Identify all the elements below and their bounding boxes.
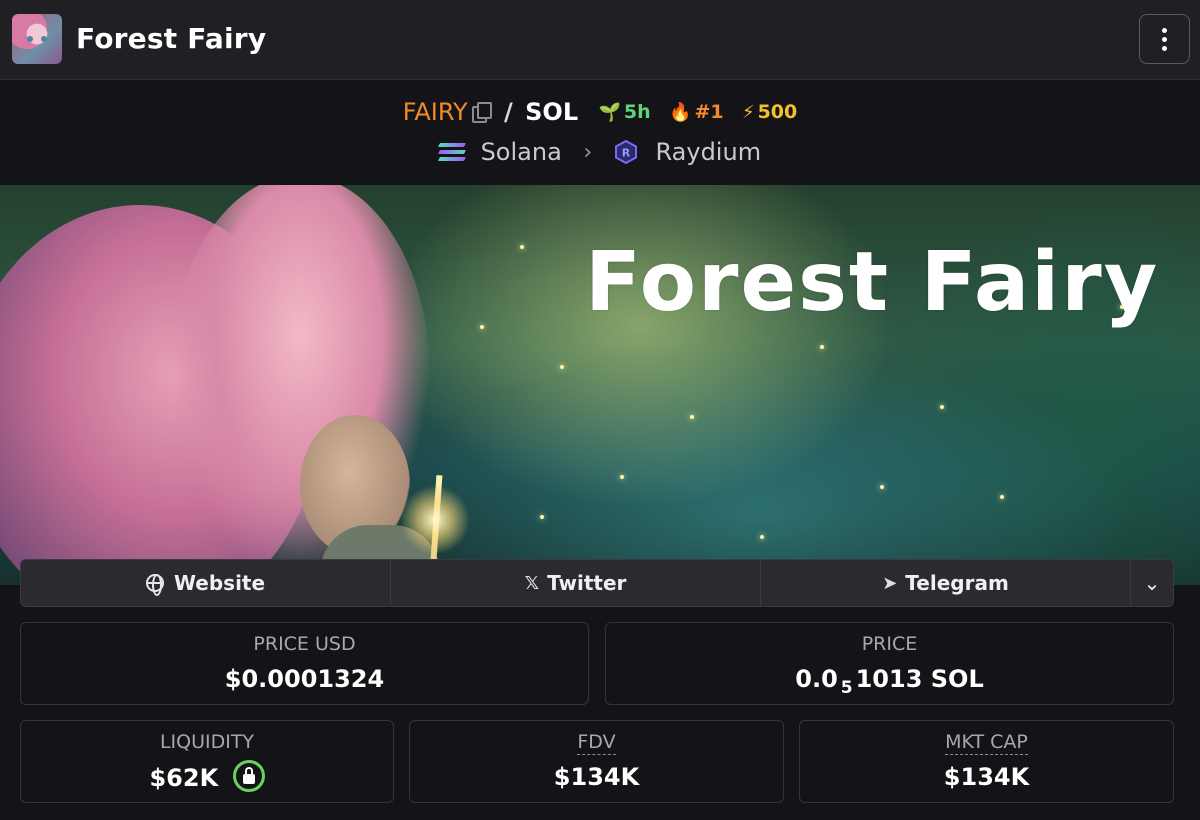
banner-spark [1000,495,1004,499]
token-banner-image: Forest Fairy [0,185,1200,585]
top-bar: Forest Fairy [0,0,1200,80]
social-links-bar: Website 𝕏 Twitter ➤ Telegram ⌄ [20,559,1174,607]
pair-age-badge: 🌱 5h [598,101,651,124]
raydium-icon: R [614,140,638,164]
solana-icon [437,142,466,162]
liquidity-label: LIQUIDITY [159,731,255,753]
banner-spark [940,405,944,409]
banner-spark [480,325,484,329]
boost-badge[interactable]: ⚡ 500 [741,101,798,124]
telegram-link[interactable]: ➤ Telegram [761,560,1131,606]
trending-rank-badge[interactable]: 🔥 #1 [669,101,724,124]
boost-count: 500 [757,101,798,124]
base-token-symbol: FAIRY [402,98,468,126]
banner-spark [520,245,524,249]
fdv-label-wrap: FDV [410,731,783,755]
price-native-prefix: 0.0 [795,665,838,693]
telegram-plane-icon: ➤ [882,572,898,594]
price-native-zero-count: 5 [840,678,853,698]
fdv-card: FDV $134K [409,720,784,803]
lightning-icon: ⚡ [741,101,755,123]
liquidity-card: LIQUIDITY $62K [20,720,394,803]
banner-spark [620,475,624,479]
liquidity-value: $62K [149,764,219,792]
market-cap-label-wrap: MKT CAP [800,731,1173,755]
telegram-link-label: Telegram [905,571,1009,595]
trending-rank: #1 [694,101,724,124]
pair-separator: / [504,98,513,126]
avatar-eye [41,36,47,42]
chain-breadcrumb: Solana › R Raydium [0,137,1200,166]
x-logo-icon: 𝕏 [524,572,540,594]
twitter-link[interactable]: 𝕏 Twitter [391,560,761,606]
market-cap-card: MKT CAP $134K [799,720,1174,803]
chain-name[interactable]: Solana [481,138,562,166]
lock-icon[interactable] [232,760,265,792]
more-links-button[interactable]: ⌄ [1131,560,1173,606]
price-native-suffix: 1013 SOL [855,665,984,693]
fdv-label[interactable]: FDV [577,731,616,755]
price-usd-value: $0.0001324 [224,665,385,693]
price-usd-card: PRICE USD $0.0001324 [20,622,589,705]
pair-age: 5h [623,101,651,124]
banner-spark [820,345,824,349]
svg-text:R: R [622,147,631,160]
banner-spark [760,535,764,539]
market-cap-label[interactable]: MKT CAP [945,731,1028,755]
banner-art [400,485,470,555]
banner-spark [560,365,564,369]
quote-token-symbol: SOL [525,98,579,126]
kebab-menu-button[interactable] [1139,14,1190,64]
price-native-label: PRICE [861,633,918,655]
banner-spark [690,415,694,419]
dex-name[interactable]: Raydium [656,138,762,166]
liquidity-value-row: $62K [21,760,393,795]
price-native-card: PRICE 0.0 5 1013 SOL [605,622,1174,705]
avatar-eye [27,36,33,42]
banner-title: Forest Fairy [585,235,1160,330]
sprout-icon: 🌱 [598,101,621,123]
flame-icon: 🔥 [669,101,692,123]
price-native-value: 0.0 5 1013 SOL [606,665,1173,698]
pair-header: FAIRY / SOL 🌱 5h 🔥 #1 ⚡ 500 Solana › R Rayd… [0,81,1200,185]
pair-line: FAIRY / SOL 🌱 5h 🔥 #1 ⚡ 500 [0,97,1200,126]
kebab-dot [1162,36,1167,42]
token-name: Forest Fairy [76,22,267,55]
market-cap-value: $134K [943,763,1030,791]
twitter-link-label: Twitter [547,571,627,595]
kebab-menu-icon [1162,27,1167,33]
website-link[interactable]: Website [21,560,391,606]
website-link-label: Website [173,571,266,595]
fdv-value: $134K [553,763,640,791]
price-usd-label: PRICE USD [253,633,356,655]
chevron-down-icon: ⌄ [1143,571,1161,595]
banner-spark [540,515,544,519]
banner-spark [880,485,884,489]
token-avatar [12,14,62,64]
chevron-right-icon: › [583,139,593,165]
globe-icon [145,574,164,596]
kebab-dot [1162,45,1167,51]
copy-icon[interactable] [471,102,492,123]
